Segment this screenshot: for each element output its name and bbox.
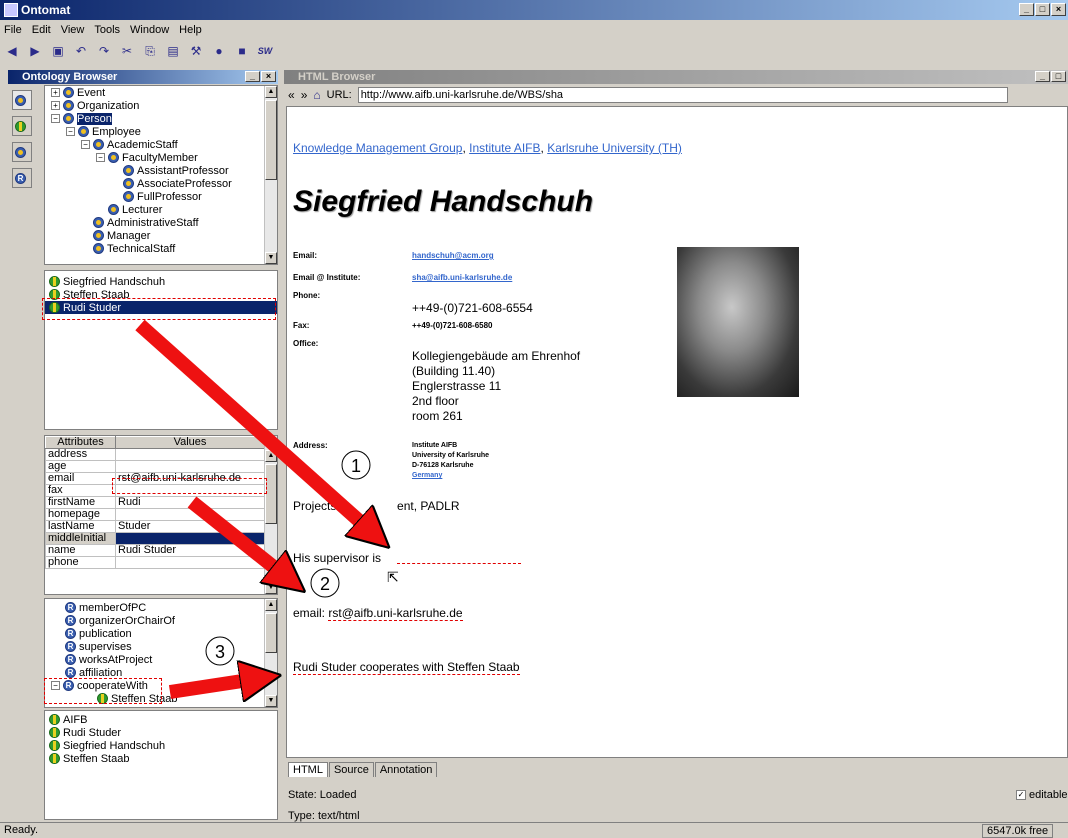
annotation-overlay: 1 2 3 bbox=[135, 319, 1068, 838]
svg-text:2: 2 bbox=[320, 574, 330, 594]
svg-text:1: 1 bbox=[351, 456, 361, 476]
marker-2: 2 bbox=[310, 568, 340, 598]
arrow-2 bbox=[187, 496, 290, 580]
marker-3: 3 bbox=[205, 636, 235, 666]
marker-1: 1 bbox=[341, 450, 371, 480]
arrow-3 bbox=[168, 678, 262, 692]
arrow-1 bbox=[135, 319, 375, 535]
svg-text:3: 3 bbox=[215, 642, 225, 662]
